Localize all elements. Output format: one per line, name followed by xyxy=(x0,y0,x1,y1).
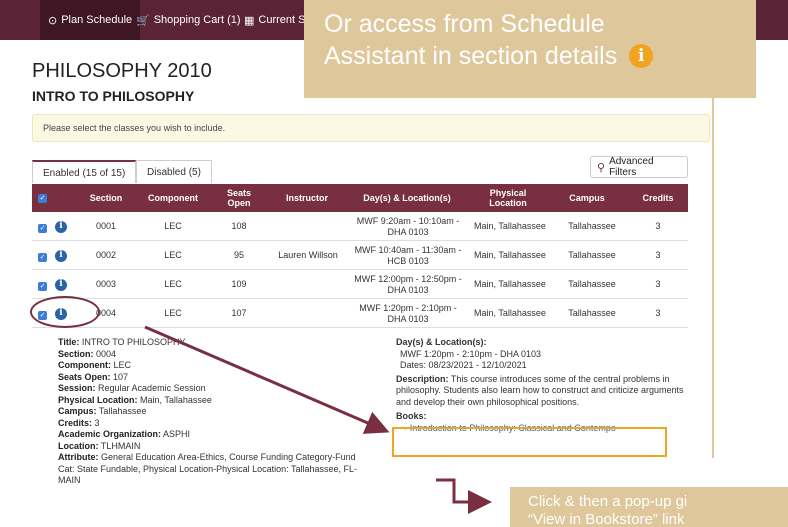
callout-view-bookstore: Click & then a pop-up gi “View in Bookst… xyxy=(510,487,788,527)
callout-bottom-line-2: “View in Bookstore” link xyxy=(528,511,685,527)
arrow-to-popup xyxy=(436,478,492,514)
callout-bottom-line-1: Click & then a pop-up gi xyxy=(528,493,688,510)
arrow-to-books xyxy=(144,325,390,434)
annotation-arrows xyxy=(144,325,492,514)
